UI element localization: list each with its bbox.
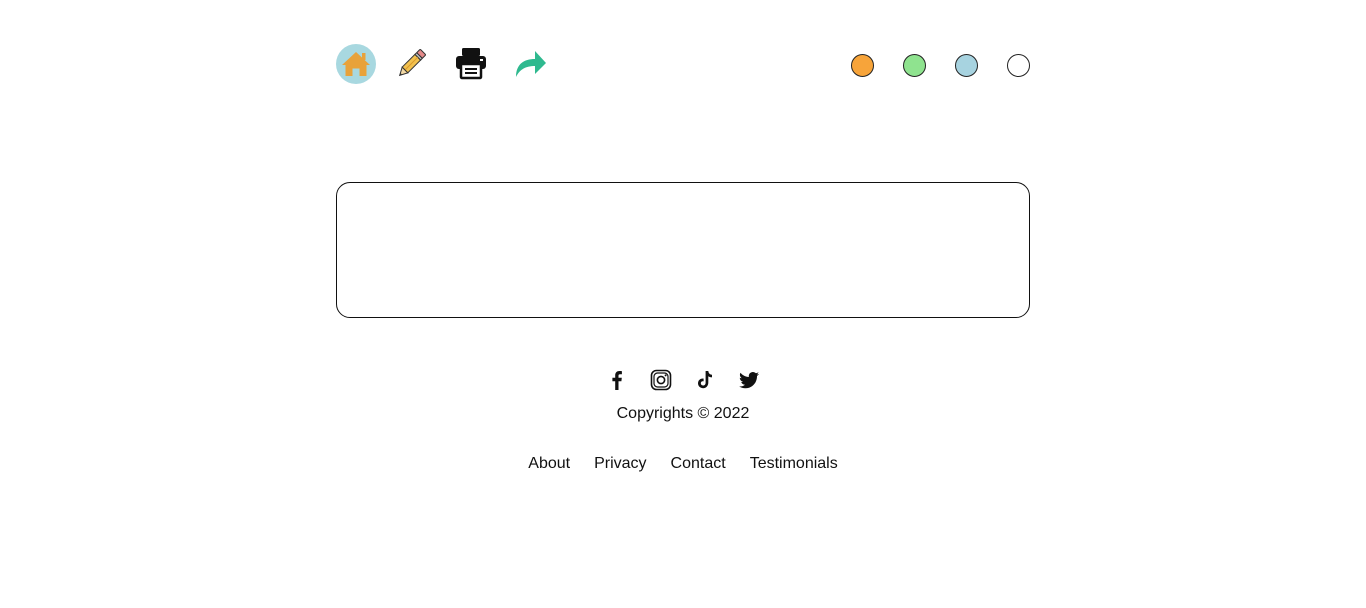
social-links: [0, 368, 1366, 392]
instagram-icon: [650, 369, 672, 391]
tiktok-link[interactable]: [693, 368, 717, 392]
twitter-link[interactable]: [737, 368, 761, 392]
printer-icon: [456, 48, 486, 80]
facebook-icon: [612, 371, 622, 390]
print-button[interactable]: [451, 44, 491, 84]
facebook-link[interactable]: [605, 368, 629, 392]
twitter-icon: [739, 372, 759, 389]
share-button[interactable]: [511, 44, 551, 84]
pencil-icon: [398, 49, 426, 77]
footer-link-contact[interactable]: Contact: [671, 455, 726, 473]
copyright-text: Copyrights © 2022: [616, 405, 750, 422]
text-editor[interactable]: [336, 182, 1030, 318]
footer-link-privacy[interactable]: Privacy: [594, 455, 646, 473]
home-icon: [336, 44, 376, 84]
share-icon: [516, 51, 546, 77]
footer-link-about[interactable]: About: [528, 455, 570, 473]
home-button[interactable]: [336, 44, 376, 84]
color-swatch-white[interactable]: [1007, 54, 1030, 77]
color-swatch-light-blue[interactable]: [955, 54, 978, 77]
footer-link-testimonials[interactable]: Testimonials: [750, 455, 838, 473]
instagram-link[interactable]: [649, 368, 673, 392]
tiktok-icon: [698, 371, 712, 389]
color-swatch-orange[interactable]: [851, 54, 874, 77]
footer-nav: About Privacy Contact Testimonials: [0, 455, 1366, 473]
edit-button[interactable]: [391, 44, 431, 84]
color-swatch-green[interactable]: [903, 54, 926, 77]
